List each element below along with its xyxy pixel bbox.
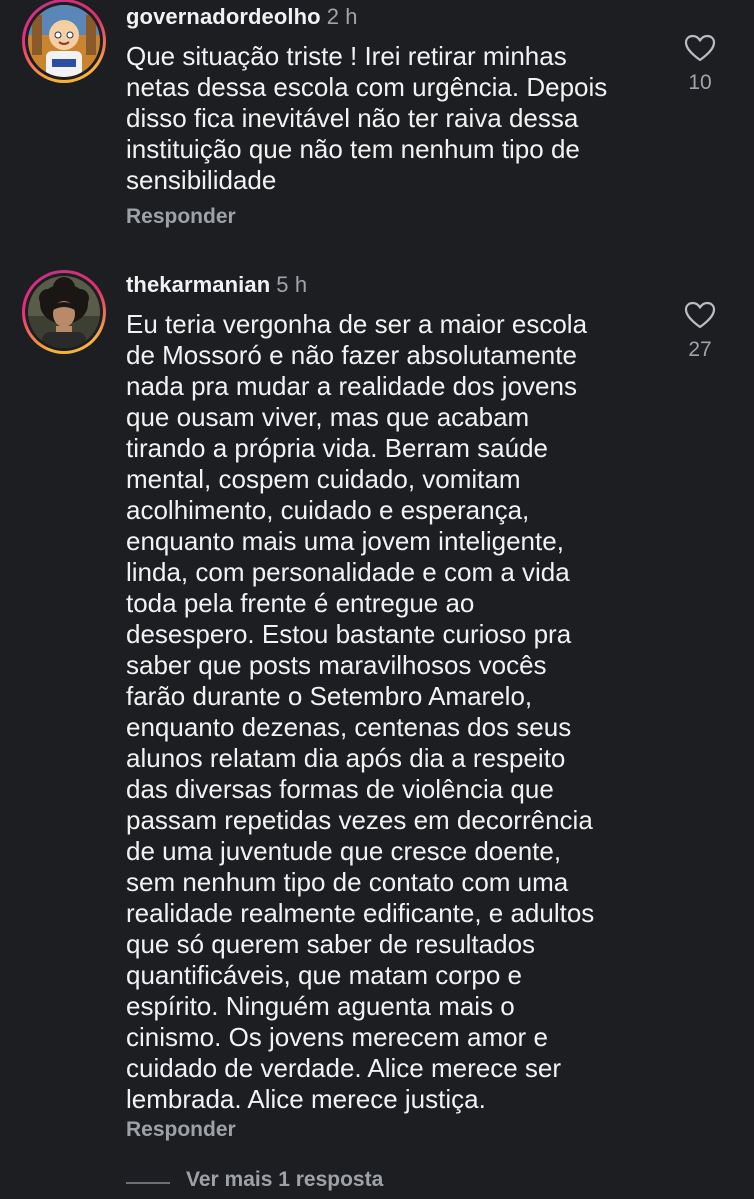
like-count: 27: [688, 338, 712, 361]
heart-icon[interactable]: [684, 33, 716, 63]
avatar[interactable]: [22, 270, 106, 354]
comment-text: Eu teria vergonha de ser a maior escola …: [126, 309, 595, 1114]
like-button[interactable]: 27: [680, 300, 720, 362]
profile-photo-avatar-icon: [28, 276, 100, 348]
view-more-replies-button[interactable]: Ver mais 1 resposta: [186, 1168, 383, 1192]
comment-username[interactable]: thekarmanian 5 h: [126, 272, 307, 298]
reply-button[interactable]: Responder: [126, 1118, 236, 1142]
heart-icon[interactable]: [684, 300, 716, 330]
comment-time: 2 h: [326, 4, 358, 29]
avatar[interactable]: [22, 0, 106, 83]
like-button[interactable]: 10: [680, 33, 720, 95]
reply-button[interactable]: Responder: [126, 205, 236, 229]
cartoon-avatar-icon: [28, 5, 100, 77]
replies-divider: [126, 1182, 170, 1184]
comment-username[interactable]: governadordeolho 2 h: [126, 4, 358, 30]
comment-time: 5 h: [276, 272, 308, 297]
comment-text: Que situação triste ! Irei retirar minha…: [126, 41, 608, 195]
like-count: 10: [688, 71, 712, 94]
